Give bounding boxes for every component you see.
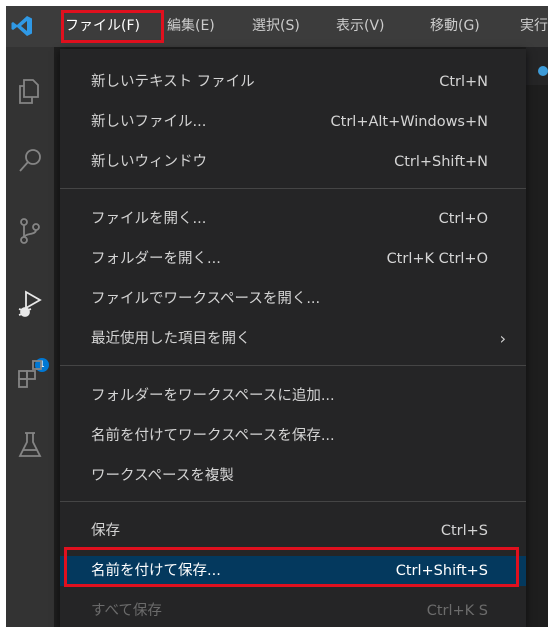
menu-item-shortcut: Ctrl+Shift+S	[395, 563, 488, 579]
vscode-logo-icon	[11, 16, 32, 36]
menu-item-save-workspace-as[interactable]: 名前を付けてワークスペースを保存...	[60, 421, 526, 451]
menu-file[interactable]: ファイル(F)	[65, 15, 140, 37]
menu-item-label: ファイルを開く...	[91, 211, 207, 227]
chevron-right-icon: ›	[499, 329, 506, 348]
menu-bar: ファイル(F) 編集(E) 選択(S) 表示(V) 移動(G) 実行	[6, 6, 548, 47]
testing-icon[interactable]	[14, 429, 46, 461]
source-control-icon[interactable]	[14, 215, 46, 247]
menu-item-label: 保存	[91, 523, 120, 539]
menu-run[interactable]: 実行	[520, 15, 548, 37]
menu-item-shortcut: Ctrl+N	[439, 74, 488, 90]
menu-item-label: 最近使用した項目を開く	[91, 331, 251, 347]
menu-separator	[60, 188, 526, 189]
menu-item-duplicate-workspace[interactable]: ワークスペースを複製	[60, 461, 526, 491]
menu-item-shortcut: Ctrl+K S	[426, 603, 488, 619]
menu-separator	[60, 501, 526, 502]
menu-item-label: 名前を付けてワークスペースを保存...	[91, 428, 335, 444]
menu-item-shortcut: Ctrl+S	[440, 523, 488, 539]
menu-item-new-file[interactable]: 新しいファイル... Ctrl+Alt+Windows+N	[60, 107, 526, 137]
menu-item-label: フォルダーを開く...	[91, 251, 221, 267]
menu-item-new-text-file[interactable]: 新しいテキスト ファイル Ctrl+N	[60, 67, 526, 97]
menu-item-label: 新しいファイル...	[91, 114, 207, 130]
explorer-icon[interactable]	[14, 75, 46, 107]
menu-selection[interactable]: 選択(S)	[252, 15, 300, 37]
search-icon[interactable]	[14, 145, 46, 177]
menu-item-shortcut: Ctrl+O	[438, 211, 488, 227]
vscode-window: ファイル(F) 編集(E) 選択(S) 表示(V) 移動(G) 実行 1 新しい…	[6, 6, 548, 627]
menu-item-shortcut: Ctrl+Alt+Windows+N	[330, 114, 488, 130]
activity-bar: 1	[6, 47, 54, 627]
python-file-icon	[538, 66, 548, 76]
menu-item-save-all[interactable]: すべて保存 Ctrl+K S	[60, 596, 526, 626]
menu-item-shortcut: Ctrl+Shift+N	[394, 154, 488, 170]
menu-item-open-workspace-from-file[interactable]: ファイルでワークスペースを開く...	[60, 284, 526, 314]
menu-item-shortcut: Ctrl+K Ctrl+O	[386, 251, 488, 267]
menu-edit[interactable]: 編集(E)	[167, 15, 215, 37]
menu-item-open-file[interactable]: ファイルを開く... Ctrl+O	[60, 204, 526, 234]
menu-item-label: 新しいテキスト ファイル	[91, 74, 255, 90]
menu-item-label: 新しいウィンドウ	[91, 154, 207, 170]
menu-view[interactable]: 表示(V)	[336, 15, 385, 37]
file-menu-dropdown: 新しいテキスト ファイル Ctrl+N 新しいファイル... Ctrl+Alt+…	[60, 49, 526, 627]
menu-item-label: すべて保存	[91, 603, 162, 619]
menu-item-open-folder[interactable]: フォルダーを開く... Ctrl+K Ctrl+O	[60, 244, 526, 274]
run-debug-icon[interactable]	[14, 287, 46, 319]
menu-item-open-recent[interactable]: 最近使用した項目を開く ›	[60, 324, 526, 354]
menu-go[interactable]: 移動(G)	[430, 15, 480, 37]
menu-item-save-as[interactable]: 名前を付けて保存... Ctrl+Shift+S	[60, 556, 526, 586]
extensions-icon[interactable]	[14, 357, 46, 389]
menu-item-label: 名前を付けて保存...	[91, 563, 221, 579]
menu-item-new-window[interactable]: 新しいウィンドウ Ctrl+Shift+N	[60, 147, 526, 177]
menu-item-label: フォルダーをワークスペースに追加...	[91, 388, 335, 404]
menu-item-label: ファイルでワークスペースを開く...	[91, 291, 321, 307]
menu-item-save[interactable]: 保存 Ctrl+S	[60, 516, 526, 546]
menu-separator	[60, 365, 526, 366]
menu-item-label: ワークスペースを複製	[91, 468, 234, 484]
menu-item-add-folder-to-workspace[interactable]: フォルダーをワークスペースに追加...	[60, 381, 526, 411]
